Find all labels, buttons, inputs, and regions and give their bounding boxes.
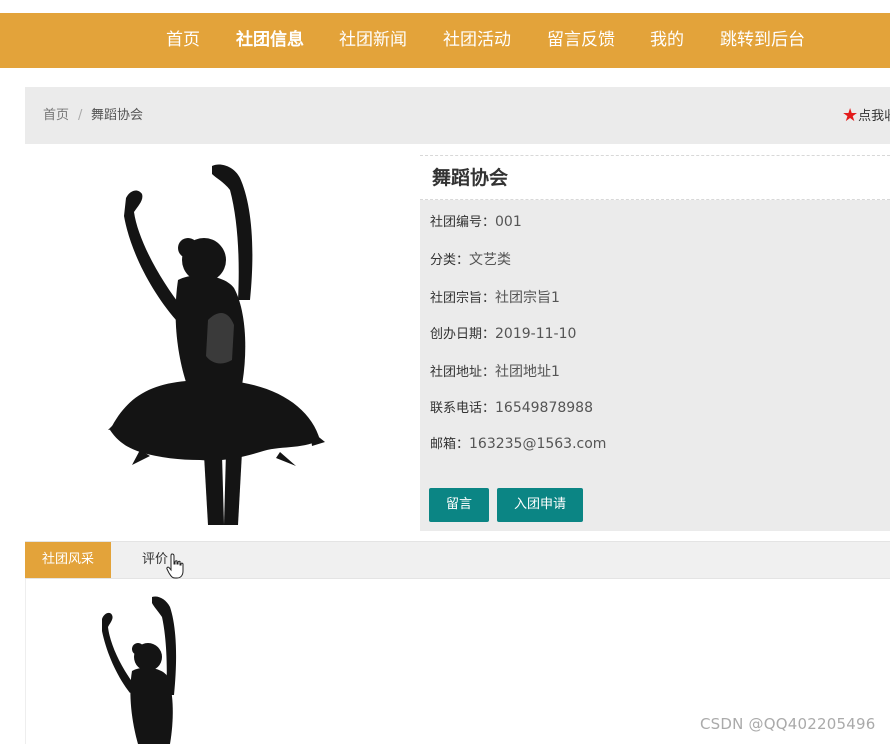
info-label: 社团编号： bbox=[430, 215, 496, 230]
breadcrumb-current: 舞蹈协会 bbox=[91, 108, 144, 123]
hand-cursor-icon bbox=[166, 553, 184, 579]
info-row-phone: 联系电话：16549878988 bbox=[430, 397, 593, 416]
favorite-button[interactable]: ★点我收 bbox=[842, 87, 890, 144]
message-button[interactable]: 留言 bbox=[429, 488, 489, 522]
info-value: 2019-11-10 bbox=[495, 326, 577, 342]
info-label: 社团地址： bbox=[430, 365, 496, 380]
tab-club-style[interactable]: 社团风采 bbox=[25, 542, 111, 578]
breadcrumb: 首页 / 舞蹈协会 ★点我收 bbox=[25, 87, 890, 144]
club-info-panel: 舞蹈协会 社团编号：001 分类：文艺类 社团宗旨：社团宗旨1 创办日期：201… bbox=[420, 155, 890, 531]
info-value: 社团地址1 bbox=[495, 364, 560, 380]
favorite-label: 点我收 bbox=[858, 109, 890, 124]
info-value: 001 bbox=[495, 214, 522, 230]
info-label: 联系电话： bbox=[430, 401, 496, 416]
info-value: 社团宗旨1 bbox=[495, 290, 560, 306]
join-application-button[interactable]: 入团申请 bbox=[497, 488, 583, 522]
nav-item-club-news[interactable]: 社团新闻 bbox=[339, 13, 407, 68]
info-row-founded: 创办日期：2019-11-10 bbox=[430, 323, 576, 342]
info-value: 163235@1563.com bbox=[469, 436, 607, 452]
info-row-email: 邮箱：163235@1563.com bbox=[430, 433, 606, 452]
info-label: 创办日期： bbox=[430, 327, 496, 342]
breadcrumb-separator: / bbox=[78, 108, 83, 123]
club-style-image bbox=[102, 596, 177, 744]
club-title-bar: 舞蹈协会 bbox=[420, 155, 890, 200]
star-icon: ★ bbox=[842, 105, 859, 126]
info-row-category: 分类：文艺类 bbox=[430, 249, 511, 269]
nav-item-feedback[interactable]: 留言反馈 bbox=[547, 13, 615, 68]
top-nav: 首页 社团信息 社团新闻 社团活动 留言反馈 我的 跳转到后台 bbox=[0, 13, 890, 68]
tab-bar: 社团风采 评价 bbox=[25, 541, 890, 579]
breadcrumb-home-link[interactable]: 首页 bbox=[43, 87, 69, 144]
info-value: 文艺类 bbox=[469, 252, 512, 268]
info-label: 社团宗旨： bbox=[430, 291, 496, 306]
info-value: 16549878988 bbox=[495, 400, 593, 416]
club-name: 舞蹈协会 bbox=[432, 167, 509, 189]
nav-item-admin[interactable]: 跳转到后台 bbox=[720, 13, 805, 68]
watermark: CSDN @QQ402205496 bbox=[700, 715, 876, 733]
info-row-purpose: 社团宗旨：社团宗旨1 bbox=[430, 287, 560, 307]
info-row-id: 社团编号：001 bbox=[430, 211, 522, 230]
info-label: 分类： bbox=[430, 253, 470, 268]
club-image bbox=[108, 164, 325, 525]
nav-item-home[interactable]: 首页 bbox=[166, 13, 200, 68]
info-row-address: 社团地址：社团地址1 bbox=[430, 361, 560, 381]
nav-item-club-info[interactable]: 社团信息 bbox=[236, 13, 304, 68]
info-label: 邮箱： bbox=[430, 437, 470, 452]
nav-item-club-activities[interactable]: 社团活动 bbox=[443, 13, 511, 68]
nav-item-mine[interactable]: 我的 bbox=[650, 13, 684, 68]
